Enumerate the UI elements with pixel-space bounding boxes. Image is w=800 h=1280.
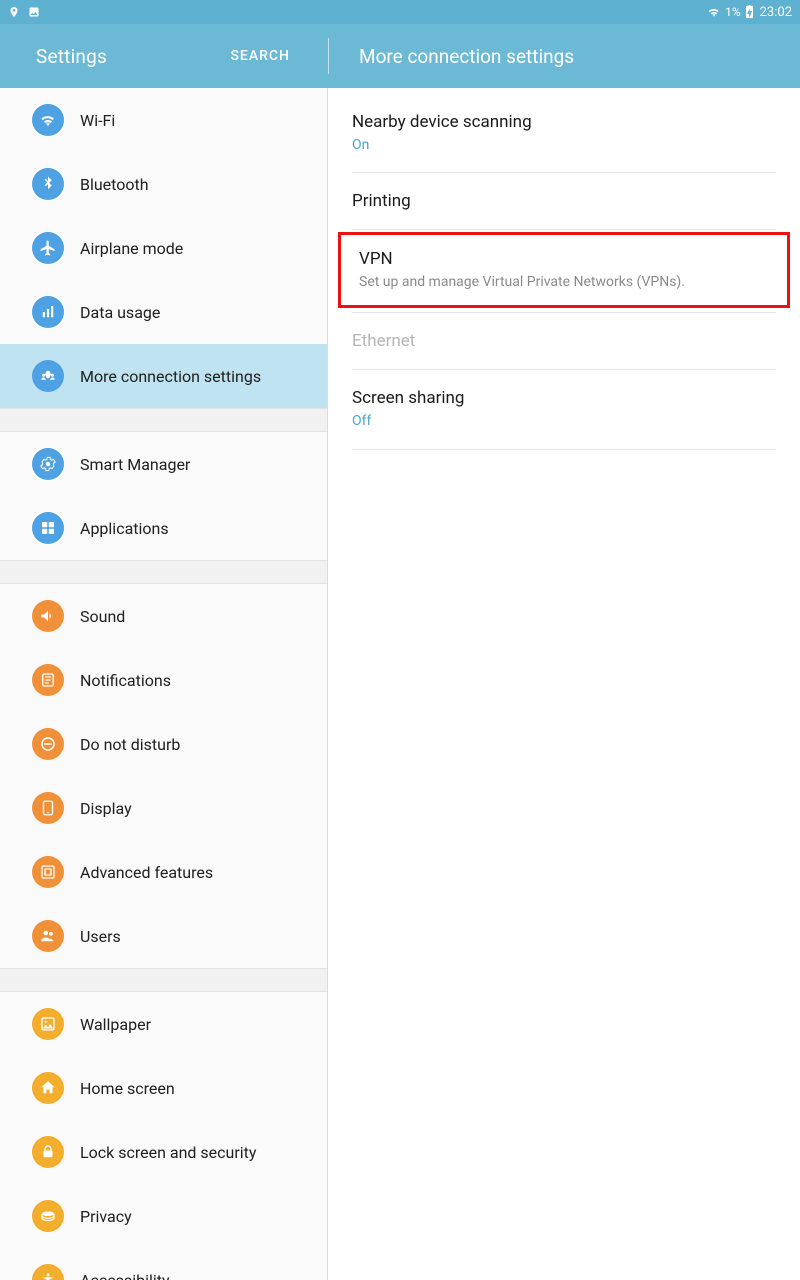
sidebar-item-moreconn[interactable]: More connection settings — [0, 344, 327, 408]
setting-title: Printing — [352, 191, 776, 211]
sidebar-item-label: Advanced features — [80, 863, 213, 882]
sidebar-item-bluetooth[interactable]: Bluetooth — [0, 152, 327, 216]
sidebar-item-label: Applications — [80, 519, 169, 538]
detail-title: More connection settings — [359, 45, 574, 68]
sidebar-item-wallpaper[interactable]: Wallpaper — [0, 992, 327, 1056]
wifi-icon — [32, 104, 64, 136]
sidebar-item-label: Airplane mode — [80, 239, 183, 258]
sidebar-item-smartmgr[interactable]: Smart Manager — [0, 432, 327, 496]
users-icon — [32, 920, 64, 952]
home-icon — [32, 1072, 64, 1104]
sidebar-item-label: Data usage — [80, 303, 160, 322]
settings-sidebar[interactable]: Wi-Fi Bluetooth Airplane mode Data usage Mor… — [0, 88, 328, 1280]
sidebar-item-apps[interactable]: Applications — [0, 496, 327, 560]
sidebar-item-label: Display — [80, 799, 132, 818]
sidebar-item-label: Wallpaper — [80, 1015, 151, 1034]
setting-printing[interactable]: Printing — [352, 173, 776, 230]
sidebar-group-divider — [0, 408, 327, 432]
setting-sub: Off — [352, 412, 776, 430]
advfeat-icon — [32, 856, 64, 888]
data-icon — [32, 296, 64, 328]
setting-ethernet: Ethernet — [352, 313, 776, 370]
smartmgr-icon — [32, 448, 64, 480]
privacy-icon — [32, 1200, 64, 1232]
setting-title: Nearby device scanning — [352, 112, 776, 132]
header: Settings SEARCH More connection settings — [0, 24, 800, 88]
sidebar-item-label: Do not disturb — [80, 735, 180, 754]
setting-sub: On — [352, 136, 776, 154]
sidebar-item-label: More connection settings — [80, 367, 261, 386]
sidebar-item-privacy[interactable]: Privacy — [0, 1184, 327, 1248]
airplane-icon — [32, 232, 64, 264]
sidebar-item-label: Accessibility — [80, 1271, 170, 1280]
sidebar-item-home[interactable]: Home screen — [0, 1056, 327, 1120]
sidebar-item-label: Users — [80, 927, 121, 946]
sidebar-item-dnd[interactable]: Do not disturb — [0, 712, 327, 776]
battery-percent: 1% — [725, 5, 741, 19]
wifi-icon — [707, 5, 721, 19]
moreconn-icon — [32, 360, 64, 392]
a11y-icon — [32, 1264, 64, 1280]
setting-nearby[interactable]: Nearby device scanning On — [352, 94, 776, 173]
setting-screensharing[interactable]: Screen sharing Off — [352, 370, 776, 449]
sound-icon — [32, 600, 64, 632]
sidebar-group-divider — [0, 560, 327, 584]
sidebar-item-label: Sound — [80, 607, 125, 626]
dnd-icon — [32, 728, 64, 760]
sidebar-item-advfeat[interactable]: Advanced features — [0, 840, 327, 904]
sidebar-item-label: Notifications — [80, 671, 171, 690]
sidebar-item-label: Privacy — [80, 1207, 132, 1226]
sidebar-item-sound[interactable]: Sound — [0, 584, 327, 648]
setting-title: VPN — [359, 249, 769, 269]
wallpaper-icon — [32, 1008, 64, 1040]
sidebar-item-lock[interactable]: Lock screen and security — [0, 1120, 327, 1184]
sidebar-item-label: Home screen — [80, 1079, 175, 1098]
location-icon — [8, 6, 20, 18]
page-title: Settings — [36, 45, 107, 68]
setting-title: Screen sharing — [352, 388, 776, 408]
apps-icon — [32, 512, 64, 544]
sidebar-group-divider — [0, 968, 327, 992]
sidebar-item-label: Bluetooth — [80, 175, 149, 194]
setting-title: Ethernet — [352, 331, 776, 351]
sidebar-item-data[interactable]: Data usage — [0, 280, 327, 344]
notif-icon — [32, 664, 64, 696]
display-icon — [32, 792, 64, 824]
sidebar-item-label: Smart Manager — [80, 455, 190, 474]
sidebar-item-notif[interactable]: Notifications — [0, 648, 327, 712]
sidebar-item-airplane[interactable]: Airplane mode — [0, 216, 327, 280]
sidebar-item-wifi[interactable]: Wi-Fi — [0, 88, 327, 152]
sidebar-item-users[interactable]: Users — [0, 904, 327, 968]
bluetooth-icon — [32, 168, 64, 200]
detail-panel: Nearby device scanning On Printing VPN Set u… — [328, 88, 800, 1280]
sidebar-item-a11y[interactable]: Accessibility — [0, 1248, 327, 1280]
sidebar-item-display[interactable]: Display — [0, 776, 327, 840]
lock-icon — [32, 1136, 64, 1168]
highlight-vpn[interactable]: VPN Set up and manage Virtual Private Net… — [338, 232, 790, 308]
sidebar-item-label: Lock screen and security — [80, 1143, 256, 1162]
status-bar: 1% 23:02 — [0, 0, 800, 24]
clock-time: 23:02 — [760, 5, 792, 20]
battery-charging-icon — [745, 5, 754, 19]
sidebar-item-label: Wi-Fi — [80, 111, 115, 130]
picture-icon — [28, 6, 40, 18]
setting-sub: Set up and manage Virtual Private Networ… — [359, 273, 769, 291]
search-button[interactable]: SEARCH — [230, 48, 308, 64]
